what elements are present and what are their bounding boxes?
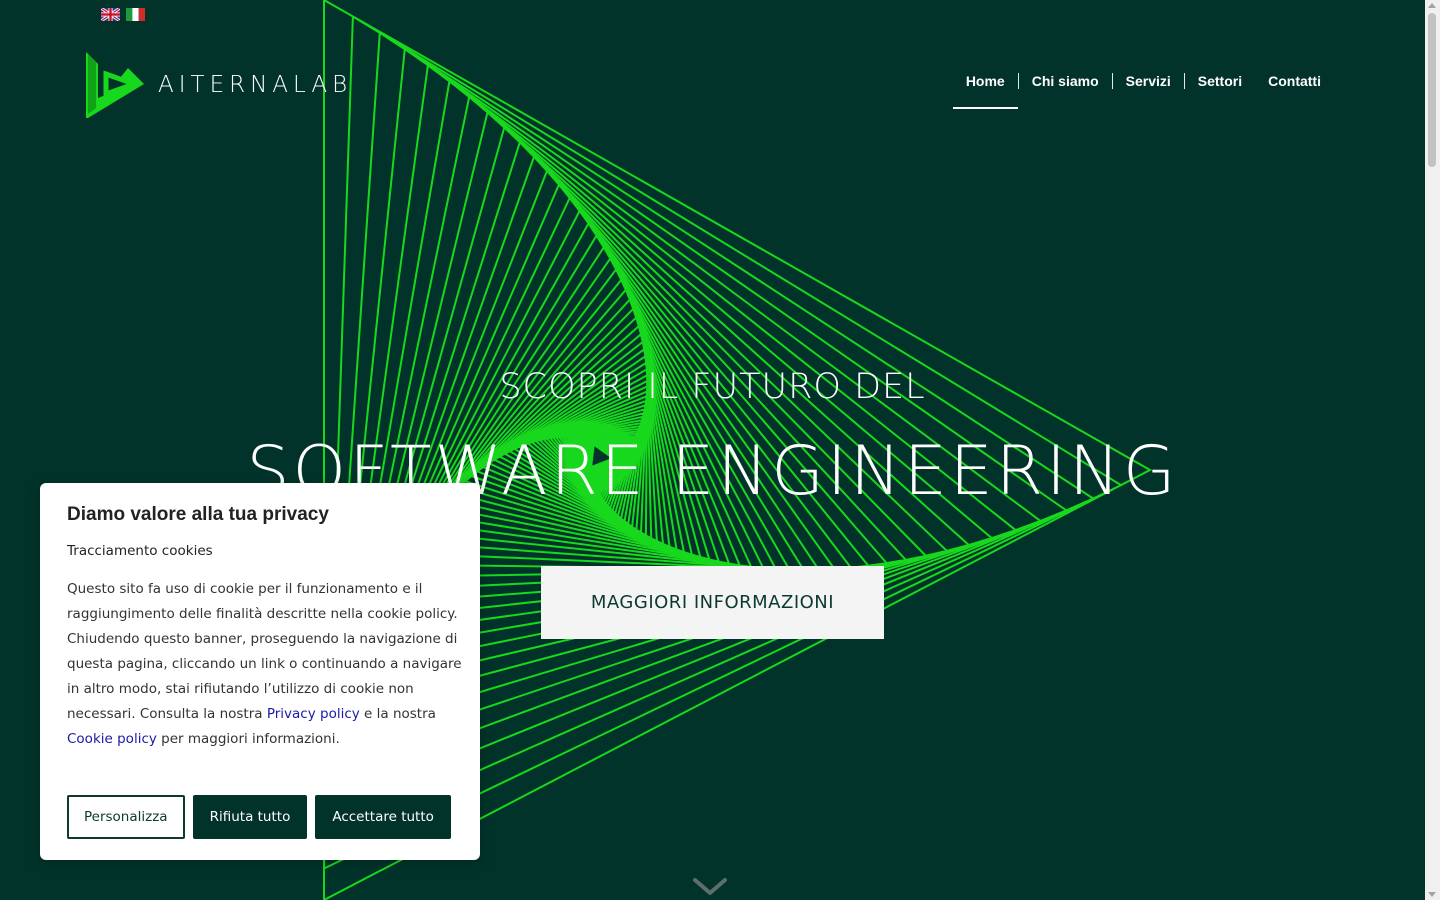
language-switcher <box>101 8 145 21</box>
more-info-button[interactable]: MAGGIORI INFORMAZIONI <box>541 566 884 639</box>
cookie-text-part: per maggiori informazioni. <box>156 731 340 747</box>
scroll-down-arrow-icon[interactable] <box>1428 892 1436 897</box>
cookie-banner-actions: Personalizza Rifiuta tutto Accettare tut… <box>67 795 451 839</box>
uk-flag-icon[interactable] <box>101 8 120 21</box>
page-scrollbar[interactable] <box>1425 0 1440 900</box>
cookie-banner-subtitle: Tracciamento cookies <box>67 543 213 559</box>
brand-logo[interactable]: AITERNALAB <box>84 50 352 120</box>
cookie-text-part: e la nostra <box>359 706 436 722</box>
cookie-text-part: Questo sito fa uso di cookie per il funz… <box>67 581 462 722</box>
logo-mark-icon <box>86 52 144 118</box>
brand-name: AITERNALAB <box>158 72 353 98</box>
nav-item-settori[interactable]: Settori <box>1185 66 1255 96</box>
italy-flag-icon[interactable] <box>126 8 145 21</box>
nav-item-home[interactable]: Home <box>952 66 1018 109</box>
cookie-consent-banner: Diamo valore alla tua privacy Tracciamen… <box>40 483 480 860</box>
reject-all-button[interactable]: Rifiuta tutto <box>192 795 308 839</box>
main-navigation: Home Chi siamo Servizi Settori Contatti <box>952 66 1334 109</box>
scrollbar-thumb[interactable] <box>1428 13 1436 167</box>
customize-button[interactable]: Personalizza <box>67 795 185 839</box>
cookie-banner-text: Questo sito fa uso di cookie per il funz… <box>67 577 462 752</box>
scroll-up-arrow-icon[interactable] <box>1428 3 1436 8</box>
privacy-policy-link[interactable]: Privacy policy <box>267 706 360 722</box>
chevron-down-icon[interactable] <box>692 877 728 897</box>
hero-pre-title: SCOPRI IL FUTURO DEL <box>499 367 926 407</box>
nav-item-chi-siamo[interactable]: Chi siamo <box>1019 66 1112 96</box>
cookie-banner-title: Diamo valore alla tua privacy <box>67 504 329 525</box>
nav-item-contatti[interactable]: Contatti <box>1255 66 1334 96</box>
cookie-policy-link[interactable]: Cookie policy <box>67 731 157 747</box>
accept-all-button[interactable]: Accettare tutto <box>315 795 451 839</box>
nav-item-servizi[interactable]: Servizi <box>1113 66 1184 96</box>
